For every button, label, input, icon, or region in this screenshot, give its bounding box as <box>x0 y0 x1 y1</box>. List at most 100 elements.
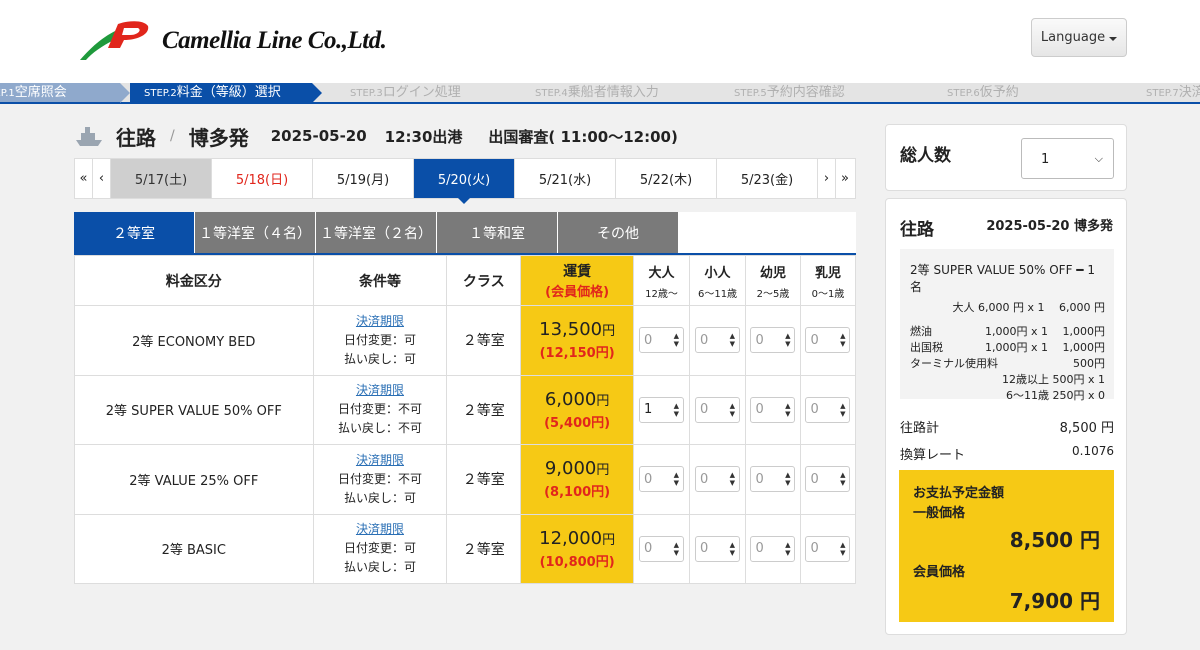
stepper-arrows-icon[interactable]: ▲ ▼ <box>730 541 735 557</box>
stepper-arrows-icon[interactable]: ▲ ▼ <box>840 402 845 418</box>
date-cell[interactable]: 5/22(木) <box>616 159 717 198</box>
stepper-arrows-icon[interactable]: ▲ ▼ <box>730 471 735 487</box>
language-button[interactable]: Language <box>1031 18 1127 57</box>
next-day-button[interactable]: › <box>818 159 836 198</box>
adult-stepper[interactable]: 0 ▲ ▼ <box>639 466 685 493</box>
tab-1st-western-2[interactable]: １等洋室（２名） <box>316 212 436 253</box>
date-cell[interactable]: 5/19(月) <box>313 159 414 198</box>
child-cell: 0 ▲ ▼ <box>689 444 746 515</box>
stepper-arrows-icon[interactable]: ▲ ▼ <box>785 541 790 557</box>
col-child: 小人 6～11歳 <box>689 255 746 306</box>
child-stepper[interactable]: 0 ▲ ▼ <box>695 327 741 354</box>
logo[interactable]: Camellia Line Co.,Ltd. <box>78 20 387 62</box>
terminal-child: 6～11歳 250円 x 0 <box>1006 389 1105 402</box>
stepper-arrows-icon[interactable]: ▲ ▼ <box>785 471 790 487</box>
adult-line: 大人 6,000 円 x 1 6,000 円 <box>952 301 1105 314</box>
summary-title: 往路 <box>900 220 934 240</box>
baby-cell: 0 ▲ ▼ <box>799 305 857 376</box>
last-week-button[interactable]: » <box>836 159 854 198</box>
general-price-label: 一般価格 <box>913 506 966 521</box>
payment-deadline-link[interactable]: 決済期限 <box>314 520 447 539</box>
pay-title: お支払予定金額 <box>913 486 1005 501</box>
adult-stepper[interactable]: 0 ▲ ▼ <box>639 535 685 562</box>
stepper-arrows-icon[interactable]: ▲ ▼ <box>785 332 790 348</box>
stepper-arrows-icon[interactable]: ▲ ▼ <box>840 332 845 348</box>
infant-cell: 0 ▲ ▼ <box>745 305 801 376</box>
adult-stepper[interactable]: 1 ▲ ▼ <box>639 396 685 423</box>
chevron-down-icon: ⌵ <box>1094 152 1103 165</box>
infant-cell: 0 ▲ ▼ <box>745 374 801 445</box>
infant-stepper[interactable]: 0 ▲ ▼ <box>750 466 796 493</box>
prev-day-button[interactable]: ‹ <box>93 159 111 198</box>
payment-deadline-link[interactable]: 決済期限 <box>314 381 447 400</box>
fare-table: 料金区分 条件等 クラス 運賃 (会員価格) 大人 12歳～ 小人 6～11歳 幼児… <box>74 255 857 584</box>
tab-1st-japanese[interactable]: １等和室 <box>437 212 557 253</box>
step-progress-bar: STEP.1空席照会 STEP.2料金（等級）選択 STEP.3ログイン処理 S… <box>0 83 1200 104</box>
table-row: 2等 BASIC 決済期限 日付変更：可 払い戻し：可 ２等室 12,000円 (10,80… <box>74 513 857 584</box>
baby-stepper[interactable]: 0 ▲ ▼ <box>805 327 851 354</box>
date-cell[interactable]: 5/17(土) <box>111 159 212 198</box>
member-price-label: 会員価格 <box>913 565 966 580</box>
step-7: STEP.7決済 <box>1146 85 1200 100</box>
date-cell[interactable]: 5/18(日) <box>212 159 313 198</box>
step-4: STEP.4乗船者情報入力 <box>535 85 659 100</box>
infant-stepper[interactable]: 0 ▲ ▼ <box>750 396 796 423</box>
baby-stepper[interactable]: 0 ▲ ▼ <box>805 466 851 493</box>
col-infant: 幼児 2～5歳 <box>745 255 801 306</box>
table-row: 2等 ECONOMY BED 決済期限 日付変更：可 払い戻し：可 ２等室 13,500円… <box>74 305 857 376</box>
infant-stepper[interactable]: 0 ▲ ▼ <box>750 327 796 354</box>
conditions-cell: 決済期限 日付変更：不可 払い戻し：不可 <box>312 374 448 445</box>
child-stepper[interactable]: 0 ▲ ▼ <box>695 535 741 562</box>
baby-stepper[interactable]: 0 ▲ ▼ <box>805 396 851 423</box>
date-cell[interactable]: 5/23(金) <box>717 159 818 198</box>
tab-other[interactable]: その他 <box>558 212 678 253</box>
payment-deadline-link[interactable]: 決済期限 <box>314 451 447 470</box>
direction-label: 往路 <box>116 125 156 150</box>
step-1: STEP.1空席照会 <box>0 83 120 102</box>
adult-cell: 1 ▲ ▼ <box>633 374 691 445</box>
total-people-select[interactable]: 1 ⌵ <box>1021 138 1114 179</box>
stepper-arrows-icon[interactable]: ▲ ▼ <box>674 541 679 557</box>
stepper-arrows-icon[interactable]: ▲ ▼ <box>674 402 679 418</box>
terminal-row: ターミナル使用料 500円 <box>910 357 1105 370</box>
stepper-arrows-icon[interactable]: ▲ ▼ <box>730 402 735 418</box>
fare-breakdown: 2等 SUPER VALUE 50% OFF ━ 1名 大人 6,000 円 x… <box>900 249 1114 402</box>
adult-cell: 0 ▲ ▼ <box>633 305 691 376</box>
payment-deadline-link[interactable]: 決済期限 <box>314 312 447 331</box>
class-cell: ２等室 <box>446 513 522 584</box>
class-cell: ２等室 <box>446 374 522 445</box>
total-people-panel: 総人数 1 ⌵ <box>885 124 1127 191</box>
stepper-arrows-icon[interactable]: ▲ ▼ <box>674 332 679 348</box>
baby-cell: 0 ▲ ▼ <box>799 513 857 584</box>
col-conditions: 条件等 <box>312 255 448 306</box>
tab-2nd-class[interactable]: ２等室 <box>74 212 194 253</box>
baby-stepper[interactable]: 0 ▲ ▼ <box>805 535 851 562</box>
first-week-button[interactable]: « <box>75 159 93 198</box>
date-cell-selected[interactable]: 5/20(火) <box>414 159 515 204</box>
immigration-time: 出国審査( 11:00～12:00) <box>488 127 678 146</box>
stepper-arrows-icon[interactable]: ▲ ▼ <box>730 332 735 348</box>
class-cell: ２等室 <box>446 305 522 376</box>
stepper-arrows-icon[interactable]: ▲ ▼ <box>674 471 679 487</box>
stepper-arrows-icon[interactable]: ▲ ▼ <box>840 471 845 487</box>
step-chevron <box>312 83 322 103</box>
room-class-tabs: ２等室 １等洋室（４名） １等洋室（２名） １等和室 その他 <box>74 212 856 255</box>
summary-panel: 往路 2025-05-20 博多発 2等 SUPER VALUE 50% OFF… <box>885 198 1127 635</box>
col-category: 料金区分 <box>74 255 314 306</box>
infant-stepper[interactable]: 0 ▲ ▼ <box>750 535 796 562</box>
adult-stepper[interactable]: 0 ▲ ▼ <box>639 327 685 354</box>
child-cell: 0 ▲ ▼ <box>689 513 746 584</box>
tax-row: 出国税 1,000円 x 1 1,000円 <box>910 341 1105 354</box>
terminal-adult: 12歳以上 500円 x 1 <box>1002 373 1105 386</box>
stepper-arrows-icon[interactable]: ▲ ▼ <box>785 402 790 418</box>
fare-cell: 6,000円 (5,400円) <box>520 374 635 445</box>
fare-cell: 9,000円 (8,100円) <box>520 444 635 515</box>
tab-1st-western-4[interactable]: １等洋室（４名） <box>195 212 315 253</box>
step-3: STEP.3ログイン処理 <box>350 85 461 100</box>
total-people-label: 総人数 <box>900 146 951 166</box>
date-cell[interactable]: 5/21(水) <box>515 159 616 198</box>
child-stepper[interactable]: 0 ▲ ▼ <box>695 396 741 423</box>
stepper-arrows-icon[interactable]: ▲ ▼ <box>840 541 845 557</box>
ship-icon <box>76 127 102 146</box>
child-stepper[interactable]: 0 ▲ ▼ <box>695 466 741 493</box>
